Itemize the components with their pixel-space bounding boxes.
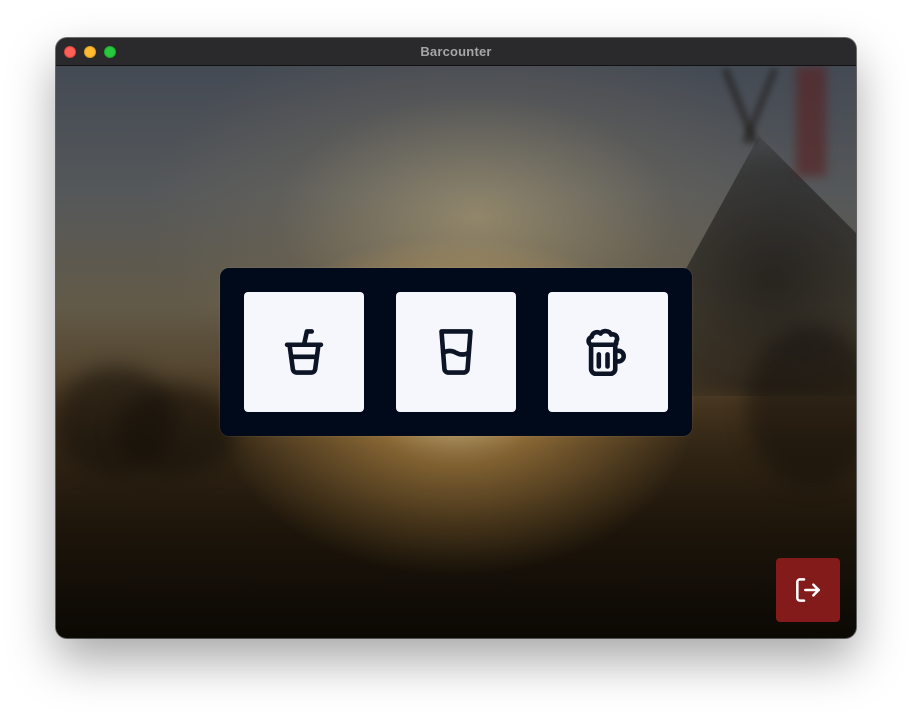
title-bar[interactable]: Barcounter: [56, 38, 856, 66]
drink-button-glass[interactable]: [396, 292, 516, 412]
screen: Barcounter: [0, 0, 912, 712]
glass-of-water-icon: [439, 329, 473, 375]
background-flag: [796, 66, 826, 176]
drink-button-cup[interactable]: [244, 292, 364, 412]
logout-icon: [796, 578, 820, 602]
background-tree: [116, 386, 236, 476]
app-window: Barcounter: [56, 38, 856, 638]
app-content: [56, 66, 856, 638]
window-title: Barcounter: [420, 44, 492, 59]
drink-button-beer[interactable]: [548, 292, 668, 412]
cup-with-straw-icon: [284, 329, 324, 375]
background-pole: [741, 67, 779, 145]
beer-mug-icon: [586, 328, 626, 377]
logout-button[interactable]: [776, 558, 840, 622]
drink-selector-panel: [220, 268, 692, 436]
